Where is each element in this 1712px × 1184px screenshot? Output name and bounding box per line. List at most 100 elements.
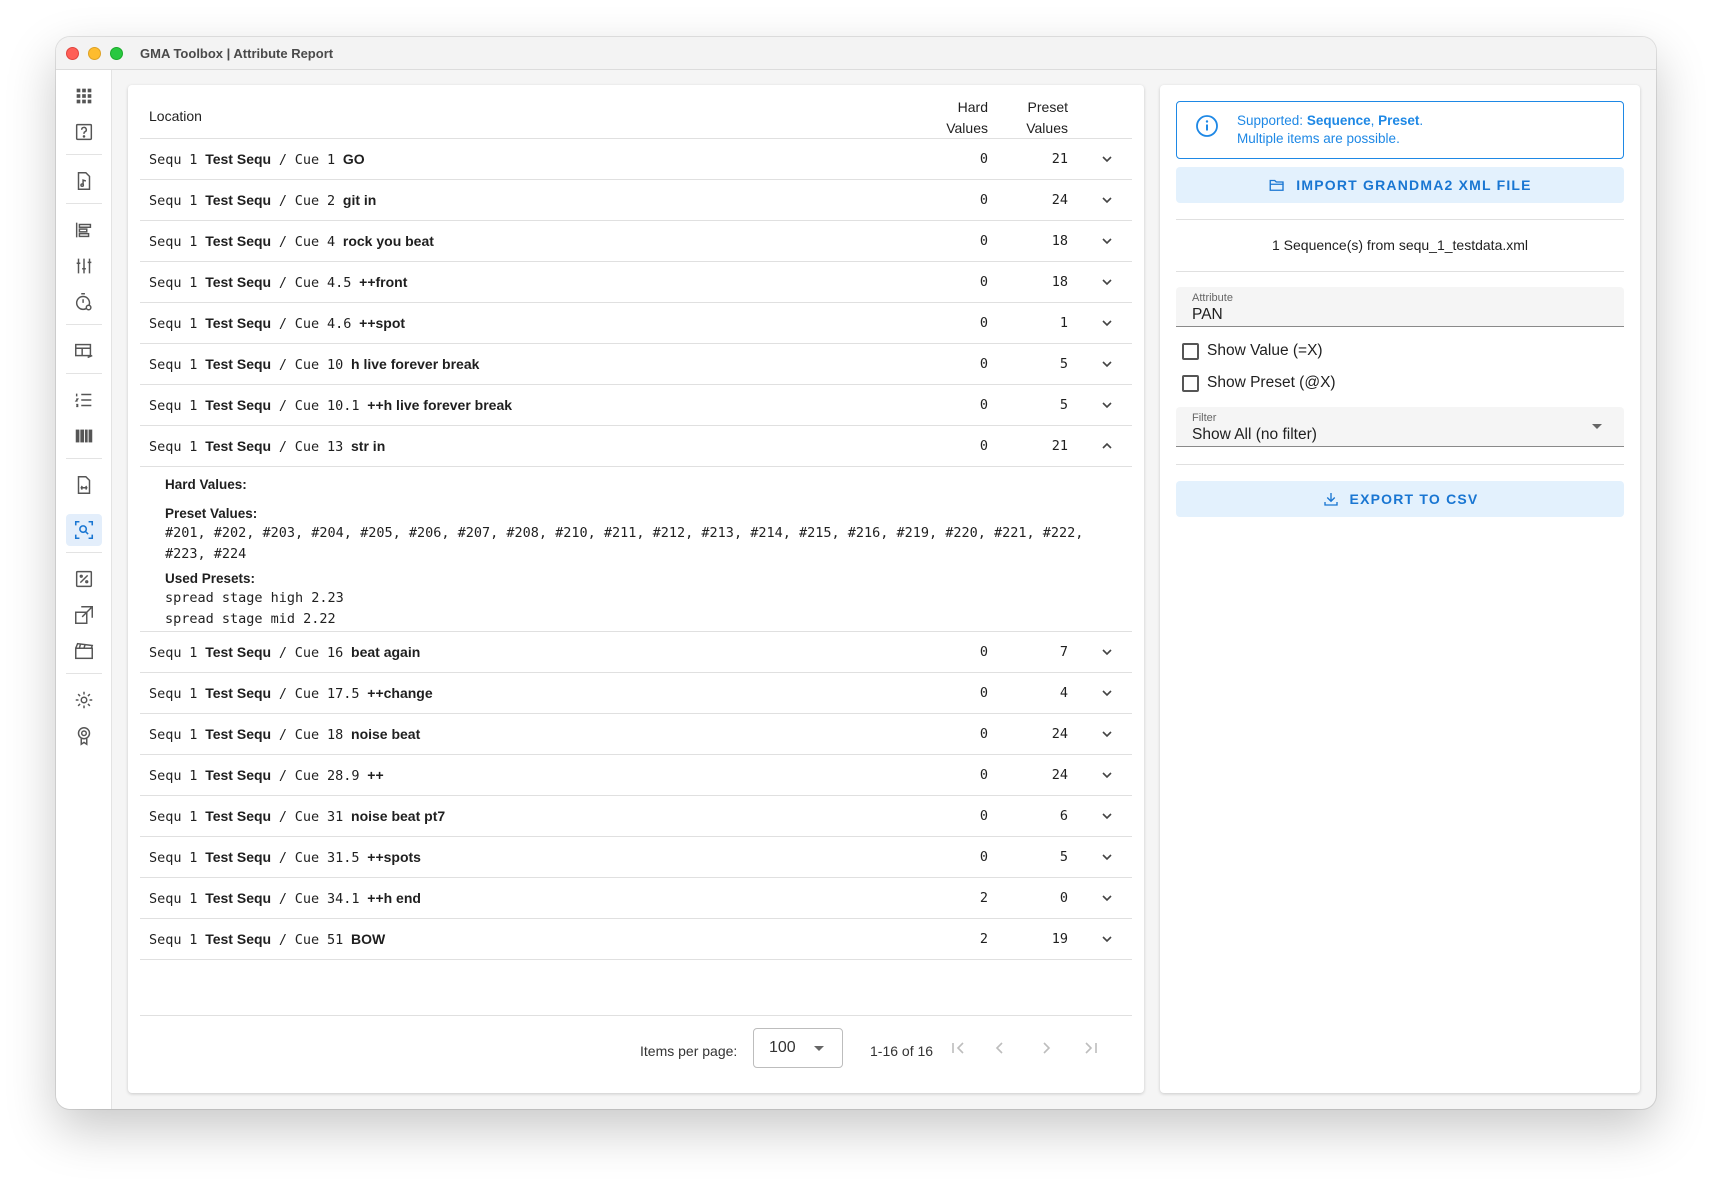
minimize-window-button[interactable] [88, 47, 101, 60]
table-row[interactable]: Sequ 1 Test Sequ / Cue 31 noise beat pt7… [140, 796, 1132, 837]
row-detail-panel: Hard Values: Preset Values: #201, #202, #2… [140, 467, 1132, 632]
table-body: Sequ 1 Test Sequ / Cue 1 GO 0 21 Sequ 1 Tes… [140, 139, 1132, 960]
row-location: Sequ 1 Test Sequ / Cue 4 rock you beat [149, 233, 434, 250]
table-row[interactable]: Sequ 1 Test Sequ / Cue 4.6 ++spot 0 1 [140, 303, 1132, 344]
row-hard-values: 0 [979, 685, 988, 701]
row-hard-values: 2 [979, 931, 988, 947]
chevron-up-icon[interactable] [1100, 439, 1114, 453]
used-preset-item: spread stage high 2.23 [165, 590, 344, 606]
items-per-page-select[interactable]: 100 [753, 1028, 843, 1068]
table-row[interactable]: Sequ 1 Test Sequ / Cue 34.1 ++h end 2 0 [140, 878, 1132, 919]
table-row[interactable]: Sequ 1 Test Sequ / Cue 16 beat again 0 7 [140, 632, 1132, 673]
table-row[interactable]: Sequ 1 Test Sequ / Cue 51 BOW 2 19 [140, 919, 1132, 960]
show-preset-label: Show Preset (@X) [1207, 374, 1336, 391]
export-csv-button-label: EXPORT TO CSV [1349, 491, 1479, 507]
table-row[interactable]: Sequ 1 Test Sequ / Cue 1 GO 0 21 [140, 139, 1132, 180]
chevron-down-icon[interactable] [1100, 809, 1114, 823]
chevron-down-icon[interactable] [1100, 645, 1114, 659]
filter-select[interactable]: Filter Show All (no filter) [1176, 407, 1624, 447]
table-row[interactable]: Sequ 1 Test Sequ / Cue 18 noise beat 0 24 [140, 714, 1132, 755]
clapperboard-icon[interactable] [66, 635, 102, 667]
export-csv-button[interactable]: EXPORT TO CSV [1176, 481, 1624, 517]
chevron-down-icon[interactable] [1100, 891, 1114, 905]
row-preset-values: 24 [1051, 192, 1068, 208]
award-icon[interactable] [66, 720, 102, 752]
first-page-icon[interactable] [948, 1038, 968, 1058]
attribute-field[interactable]: Attribute PAN [1176, 287, 1624, 327]
row-hard-values: 0 [979, 315, 988, 331]
chevron-down-icon[interactable] [1100, 357, 1114, 371]
attribute-search-icon[interactable] [66, 514, 102, 546]
attribute-table-card: Location Hard Values Preset Values Sequ 1 … [128, 85, 1144, 1093]
music-file-icon[interactable] [66, 165, 102, 197]
row-preset-values: 5 [1059, 397, 1068, 413]
table-row[interactable]: Sequ 1 Test Sequ / Cue 13 str in 0 21 [140, 426, 1132, 467]
file-compare-icon[interactable] [66, 469, 102, 501]
sliders-icon[interactable] [66, 250, 102, 282]
column-header-location[interactable]: Location [149, 108, 202, 124]
chevron-down-icon[interactable] [1100, 234, 1114, 248]
row-hard-values: 0 [979, 808, 988, 824]
row-hard-values: 0 [979, 726, 988, 742]
import-xml-button[interactable]: IMPORT GRANDMA2 XML FILE [1176, 167, 1624, 203]
checkbox-icon [1182, 374, 1199, 392]
table-row[interactable]: Sequ 1 Test Sequ / Cue 31.5 ++spots 0 5 [140, 837, 1132, 878]
row-location: Sequ 1 Test Sequ / Cue 28.9 ++ [149, 767, 384, 784]
table-row[interactable]: Sequ 1 Test Sequ / Cue 10.1 ++h live for… [140, 385, 1132, 426]
row-preset-values: 5 [1059, 849, 1068, 865]
chevron-down-icon[interactable] [1100, 932, 1114, 946]
table-row[interactable]: Sequ 1 Test Sequ / Cue 17.5 ++change 0 4 [140, 673, 1132, 714]
row-location: Sequ 1 Test Sequ / Cue 51 BOW [149, 931, 386, 948]
row-hard-values: 0 [979, 397, 988, 413]
timer-icon[interactable] [66, 286, 102, 318]
paginator: Items per page: 100 1-16 of 16 [140, 1015, 1132, 1093]
sidebar [56, 70, 112, 1109]
attribute-field-value: PAN [1192, 306, 1223, 323]
chevron-down-icon[interactable] [1100, 727, 1114, 741]
row-preset-values: 5 [1059, 356, 1068, 372]
help-icon[interactable] [66, 116, 102, 148]
chevron-down-icon[interactable] [1100, 316, 1114, 330]
row-location: Sequ 1 Test Sequ / Cue 34.1 ++h end [149, 890, 421, 907]
row-location: Sequ 1 Test Sequ / Cue 17.5 ++change [149, 685, 433, 702]
export-box-icon[interactable] [66, 599, 102, 631]
row-hard-values: 0 [979, 151, 988, 167]
table-row[interactable]: Sequ 1 Test Sequ / Cue 10 h live forever… [140, 344, 1132, 385]
dropdown-arrow-icon [1592, 424, 1602, 429]
chevron-down-icon[interactable] [1100, 686, 1114, 700]
chevron-down-icon[interactable] [1100, 850, 1114, 864]
close-window-button[interactable] [66, 47, 79, 60]
row-location: Sequ 1 Test Sequ / Cue 13 str in [149, 438, 386, 455]
attribute-field-label: Attribute [1192, 292, 1233, 304]
numbered-list-icon[interactable] [66, 384, 102, 416]
row-preset-values: 6 [1059, 808, 1068, 824]
column-header-preset-values[interactable]: Preset Values [1026, 97, 1068, 139]
column-header-hard-values[interactable]: Hard Values [946, 97, 988, 139]
row-preset-values: 19 [1051, 931, 1068, 947]
zoom-window-button[interactable] [110, 47, 123, 60]
chevron-down-icon[interactable] [1100, 275, 1114, 289]
table-row[interactable]: Sequ 1 Test Sequ / Cue 4.5 ++front 0 18 [140, 262, 1132, 303]
percent-box-icon[interactable] [66, 563, 102, 595]
align-left-icon[interactable] [66, 214, 102, 246]
next-page-icon[interactable] [1036, 1038, 1056, 1058]
row-preset-values: 24 [1051, 767, 1068, 783]
row-preset-values: 18 [1051, 274, 1068, 290]
last-page-icon[interactable] [1081, 1038, 1101, 1058]
table-edit-icon[interactable] [66, 335, 102, 367]
folder-open-icon [1269, 179, 1285, 191]
settings-gear-icon[interactable] [66, 684, 102, 716]
table-row[interactable]: Sequ 1 Test Sequ / Cue 28.9 ++ 0 24 [140, 755, 1132, 796]
chevron-down-icon[interactable] [1100, 398, 1114, 412]
previous-page-icon[interactable] [990, 1038, 1010, 1058]
chevron-down-icon[interactable] [1100, 152, 1114, 166]
apps-grid-icon[interactable] [66, 80, 102, 112]
row-hard-values: 0 [979, 849, 988, 865]
table-row[interactable]: Sequ 1 Test Sequ / Cue 4 rock you beat 0 1… [140, 221, 1132, 262]
show-preset-checkbox[interactable]: Show Preset (@X) [1182, 374, 1336, 392]
show-value-checkbox[interactable]: Show Value (=X) [1182, 342, 1323, 360]
chevron-down-icon[interactable] [1100, 768, 1114, 782]
chevron-down-icon[interactable] [1100, 193, 1114, 207]
library-icon[interactable] [66, 420, 102, 452]
table-row[interactable]: Sequ 1 Test Sequ / Cue 2 git in 0 24 [140, 180, 1132, 221]
